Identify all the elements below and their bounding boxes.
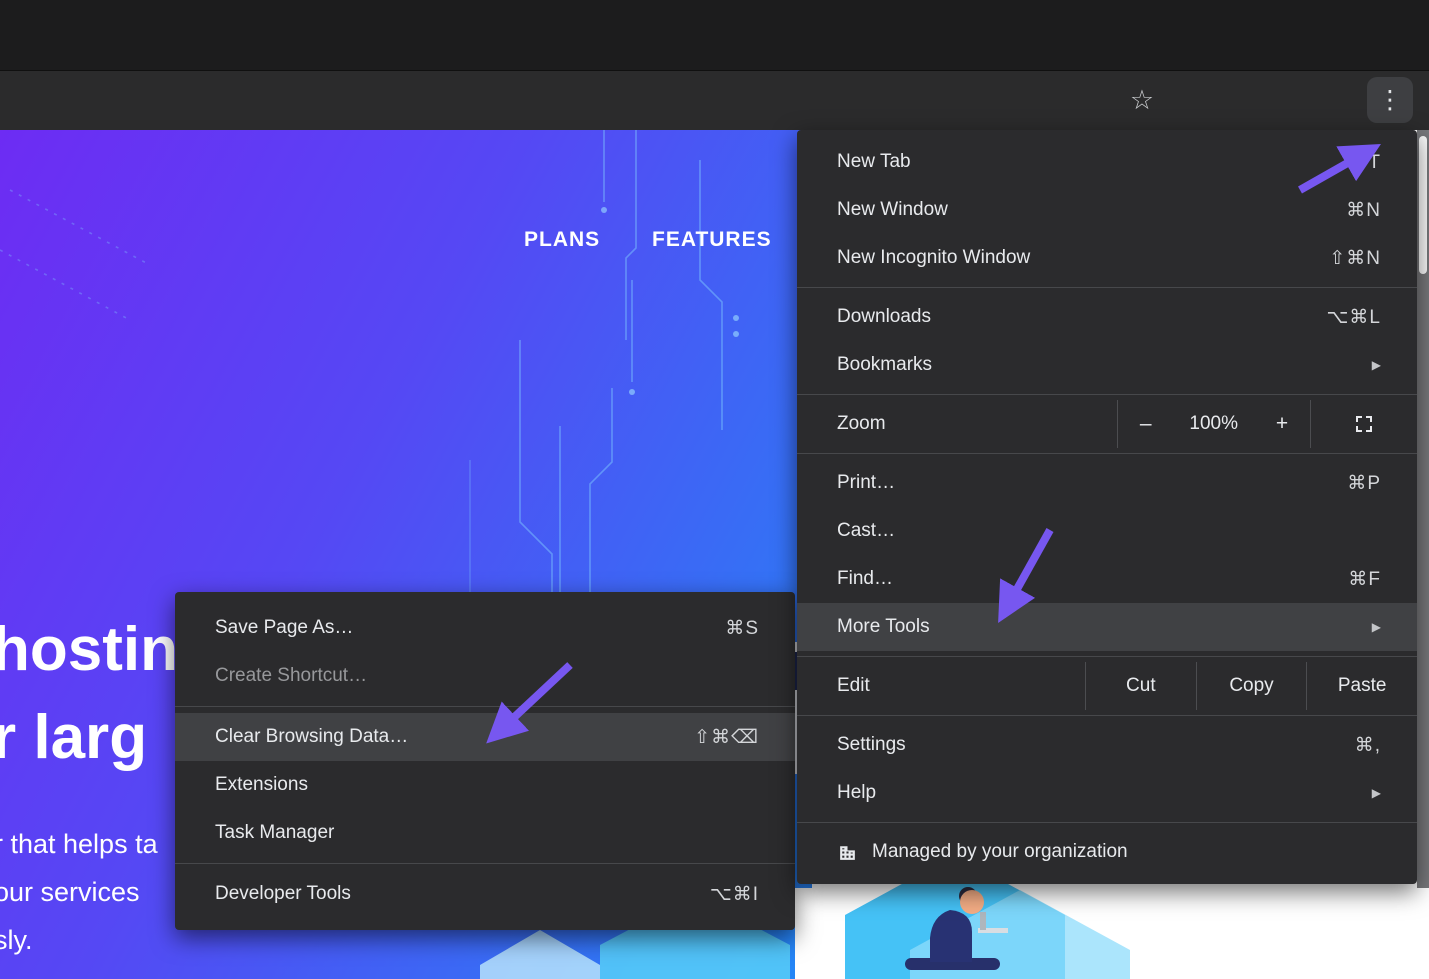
edit-copy-button[interactable]: Copy [1196, 662, 1307, 710]
title-bar [0, 0, 1429, 70]
menu-item-task-manager[interactable]: Task Manager [175, 809, 795, 857]
menu-item-shortcut: ⇧⌘N [1329, 247, 1381, 270]
menu-item-label: Find… [837, 568, 1348, 590]
headline-line-1: hostin [0, 606, 178, 694]
menu-separator [797, 394, 1417, 395]
menu-item-label: Managed by your organization [872, 841, 1381, 863]
menu-item-more-tools[interactable]: More Tools ▶ [797, 603, 1417, 651]
menu-item-shortcut: ⌘T [1348, 151, 1381, 174]
menu-item-label: Settings [837, 734, 1355, 756]
menu-item-print[interactable]: Print… ⌘P [797, 459, 1417, 507]
menu-separator [797, 656, 1417, 657]
zoom-level: 100% [1189, 413, 1238, 435]
menu-item-label: New Window [837, 199, 1346, 221]
hero-paragraph: r that helps ta our services sly. [0, 820, 158, 964]
bookmark-star-icon: ☆ [1130, 85, 1154, 116]
menu-item-label: Save Page As… [215, 617, 725, 639]
fullscreen-button[interactable] [1310, 400, 1417, 448]
menu-item-shortcut: ⌘N [1346, 199, 1381, 222]
menu-item-label: Extensions [215, 774, 759, 796]
bookmark-button[interactable]: ☆ [1122, 70, 1162, 130]
organization-icon [837, 842, 858, 863]
menu-item-shortcut: ⇧⌘⌫ [694, 726, 759, 749]
menu-item-label: New Tab [837, 151, 1348, 173]
menu-item-create-shortcut: Create Shortcut… [175, 652, 795, 700]
menu-item-label: Edit [797, 675, 1085, 697]
zoom-out-button[interactable]: – [1134, 412, 1158, 436]
menu-item-label: Bookmarks [837, 354, 1358, 376]
browser-main-menu: New Tab ⌘T New Window ⌘N New Incognito W… [797, 130, 1417, 884]
menu-separator [797, 822, 1417, 823]
menu-item-shortcut: ⌘, [1355, 734, 1381, 757]
nav-plans-link[interactable]: PLANS [524, 228, 600, 252]
paragraph-line-3: sly. [0, 916, 158, 964]
menu-item-label: Print… [837, 472, 1347, 494]
menu-item-settings[interactable]: Settings ⌘, [797, 721, 1417, 769]
menu-item-label: Downloads [837, 306, 1327, 328]
edit-paste-button[interactable]: Paste [1306, 662, 1417, 710]
hero-headline: hostin r larg [0, 606, 178, 782]
menu-separator [797, 287, 1417, 288]
menu-item-label: More Tools [837, 616, 1358, 638]
menu-item-new-incognito-window[interactable]: New Incognito Window ⇧⌘N [797, 234, 1417, 282]
menu-separator [175, 863, 795, 864]
menu-item-label: Clear Browsing Data… [215, 726, 694, 748]
menu-item-bookmarks[interactable]: Bookmarks ▶ [797, 341, 1417, 389]
nav-features-link[interactable]: FEATURES [652, 228, 772, 252]
menu-item-label: Help [837, 782, 1358, 804]
zoom-controls: – 100% + [1117, 400, 1310, 448]
menu-item-help[interactable]: Help ▶ [797, 769, 1417, 817]
menu-separator [797, 453, 1417, 454]
submenu-arrow-icon: ▶ [1372, 358, 1381, 372]
menu-separator [797, 715, 1417, 716]
headline-line-2: r larg [0, 694, 178, 782]
menu-item-shortcut: ⌥⌘L [1327, 306, 1381, 329]
menu-item-label: Developer Tools [215, 883, 710, 905]
browser-menu-button[interactable]: ⋮ [1367, 77, 1413, 123]
more-tools-submenu: Save Page As… ⌘S Create Shortcut… Clear … [175, 592, 795, 930]
menu-item-label: Create Shortcut… [215, 665, 759, 687]
menu-item-shortcut: ⌘S [725, 617, 759, 640]
menu-item-downloads[interactable]: Downloads ⌥⌘L [797, 293, 1417, 341]
menu-item-label: Task Manager [215, 822, 759, 844]
menu-item-save-page-as[interactable]: Save Page As… ⌘S [175, 604, 795, 652]
menu-item-managed-by-organization[interactable]: Managed by your organization [797, 828, 1417, 876]
kebab-menu-icon: ⋮ [1378, 85, 1403, 115]
browser-toolbar [0, 70, 1429, 130]
page-scrollbar-thumb[interactable] [1419, 136, 1427, 274]
zoom-in-button[interactable]: + [1270, 412, 1294, 436]
menu-item-shortcut: ⌥⌘I [710, 883, 759, 906]
menu-item-clear-browsing-data[interactable]: Clear Browsing Data… ⇧⌘⌫ [175, 713, 795, 761]
menu-item-developer-tools[interactable]: Developer Tools ⌥⌘I [175, 870, 795, 918]
submenu-arrow-icon: ▶ [1372, 620, 1381, 634]
fullscreen-icon [1354, 414, 1374, 434]
paragraph-line-2: our services [0, 868, 158, 916]
menu-item-label: Cast… [837, 520, 1381, 542]
menu-item-cast[interactable]: Cast… [797, 507, 1417, 555]
menu-item-new-tab[interactable]: New Tab ⌘T [797, 138, 1417, 186]
menu-item-zoom: Zoom – 100% + [797, 400, 1417, 448]
menu-separator [175, 706, 795, 707]
submenu-arrow-icon: ▶ [1372, 786, 1381, 800]
menu-item-label: New Incognito Window [837, 247, 1329, 269]
edit-cut-button[interactable]: Cut [1085, 662, 1196, 710]
menu-item-edit: Edit Cut Copy Paste [797, 662, 1417, 710]
menu-item-new-window[interactable]: New Window ⌘N [797, 186, 1417, 234]
menu-item-shortcut: ⌘P [1347, 472, 1381, 495]
menu-item-extensions[interactable]: Extensions [175, 761, 795, 809]
menu-item-find[interactable]: Find… ⌘F [797, 555, 1417, 603]
menu-item-label: Zoom [797, 413, 1117, 435]
paragraph-line-1: r that helps ta [0, 820, 158, 868]
menu-item-shortcut: ⌘F [1348, 568, 1381, 591]
